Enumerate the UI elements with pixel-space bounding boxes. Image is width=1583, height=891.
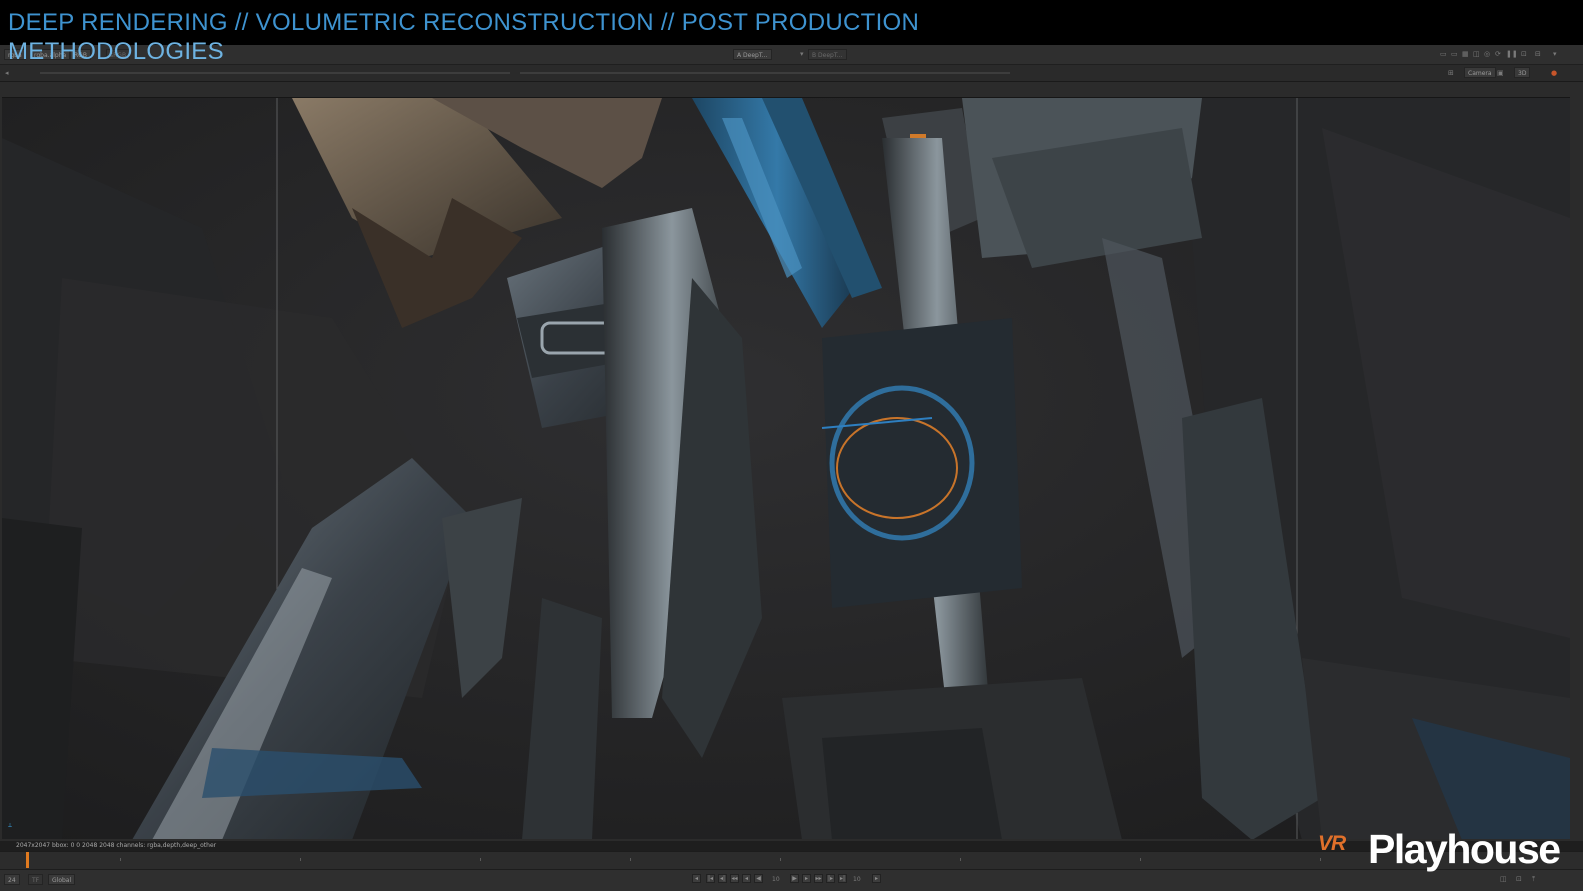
grid-icon[interactable]: ▦ xyxy=(1462,50,1469,59)
gain-slider[interactable] xyxy=(40,72,510,74)
timeline-tick xyxy=(480,858,481,861)
clip-warning-icon[interactable]: ◎ xyxy=(1484,50,1490,59)
3d-viewport[interactable]: ⟂ xyxy=(2,97,1570,839)
timeline-tick xyxy=(630,858,631,861)
vr-logo-mark: VR xyxy=(1318,832,1346,855)
timeline-tick xyxy=(300,858,301,861)
lock-icon[interactable]: ● xyxy=(1551,69,1557,78)
last-frame-icon[interactable]: ▸| xyxy=(838,874,847,883)
camera-dropdown[interactable]: Camera xyxy=(1464,67,1496,78)
compositor-viewer-window: rgba rgba.alpha RGB sRGB A DeepT... ▾ B … xyxy=(0,45,1583,891)
mask-icon[interactable]: ◫ xyxy=(1473,50,1480,59)
next-frame-icon[interactable]: ▸ xyxy=(802,874,811,883)
brand-name: Playhouse xyxy=(1368,826,1561,872)
playback-controls: 24 TF Global ◂ |◂ ◂| ◂◂ ◂ ◀ 10 ▶ ▸ ▸▸ |▸… xyxy=(0,869,1583,891)
frame-field[interactable]: 10 xyxy=(772,876,780,884)
gain-icon[interactable]: ◂ xyxy=(5,69,9,78)
overlay-icon[interactable]: ▭ xyxy=(1451,50,1458,59)
playback-mode-icon[interactable]: ◫ xyxy=(1500,875,1507,884)
roi-icon[interactable]: ▭ xyxy=(1440,50,1447,59)
slide-title-line2: METHODOLOGIES xyxy=(8,38,224,65)
viewer-status-bar: 2047x2047 bbox: 0 0 2048 2048 channels: … xyxy=(0,841,1583,851)
out-point-icon[interactable]: ▸ xyxy=(872,874,881,883)
gamma-slider[interactable] xyxy=(520,72,1010,74)
prev-keyframe-icon[interactable]: ◂| xyxy=(718,874,727,883)
slide-title-line1: DEEP RENDERING // VOLUMETRIC RECONSTRUCT… xyxy=(8,9,920,36)
timeline-tick xyxy=(120,858,121,861)
downscale-icon[interactable]: ⊟ xyxy=(1535,50,1541,59)
timeline-playhead[interactable] xyxy=(26,852,29,868)
camera-icon[interactable]: ▣ xyxy=(1497,69,1504,78)
range-mode-dropdown[interactable]: Global xyxy=(48,874,76,885)
fps-dropdown[interactable]: 24 xyxy=(4,874,20,885)
timeline-ruler[interactable] xyxy=(0,851,1583,869)
frame-range-dropdown[interactable]: TF xyxy=(28,874,44,885)
chevron-down-icon[interactable]: ▾ xyxy=(1553,50,1557,59)
timeline-tick xyxy=(780,858,781,861)
end-frame-value: 10 xyxy=(853,876,861,883)
prev-frame-icon[interactable]: ◂ xyxy=(742,874,751,883)
refresh-icon[interactable]: ⟳ xyxy=(1495,50,1501,59)
viewer-secondary-toolbar: ◂ ⊞ Camera ▣ 3D ● xyxy=(0,65,1583,82)
timeline-tick xyxy=(960,858,961,861)
view-mode-dropdown[interactable]: 3D xyxy=(1514,67,1531,78)
in-point-icon[interactable]: ◂ xyxy=(692,874,701,883)
timeline-tick xyxy=(1320,858,1321,861)
upload-icon[interactable]: ⤒ xyxy=(1532,875,1535,884)
timeline-tick xyxy=(1140,858,1141,861)
play-forward-icon[interactable]: ▶ xyxy=(790,874,799,883)
view-icon[interactable]: ⊞ xyxy=(1448,69,1454,78)
slide-title: DEEP RENDERING // VOLUMETRIC RECONSTRUCT… xyxy=(8,8,1008,66)
first-frame-icon[interactable]: |◂ xyxy=(706,874,715,883)
next-keyframe-icon[interactable]: |▸ xyxy=(826,874,835,883)
deep-point-cloud-render xyxy=(2,98,1570,839)
format-info: 2047x2047 bbox: 0 0 2048 2048 channels: … xyxy=(16,842,217,849)
proxy-icon[interactable]: ⊡ xyxy=(1521,50,1527,59)
lock-range-icon[interactable]: ⊡ xyxy=(1516,875,1522,884)
axis-gizmo-icon: ⟂ xyxy=(8,822,13,829)
next-increment-icon[interactable]: ▸▸ xyxy=(814,874,823,883)
prev-increment-icon[interactable]: ◂◂ xyxy=(730,874,739,883)
pause-icon[interactable]: ❚❚ xyxy=(1506,50,1518,59)
play-backward-icon[interactable]: ◀ xyxy=(754,874,763,883)
